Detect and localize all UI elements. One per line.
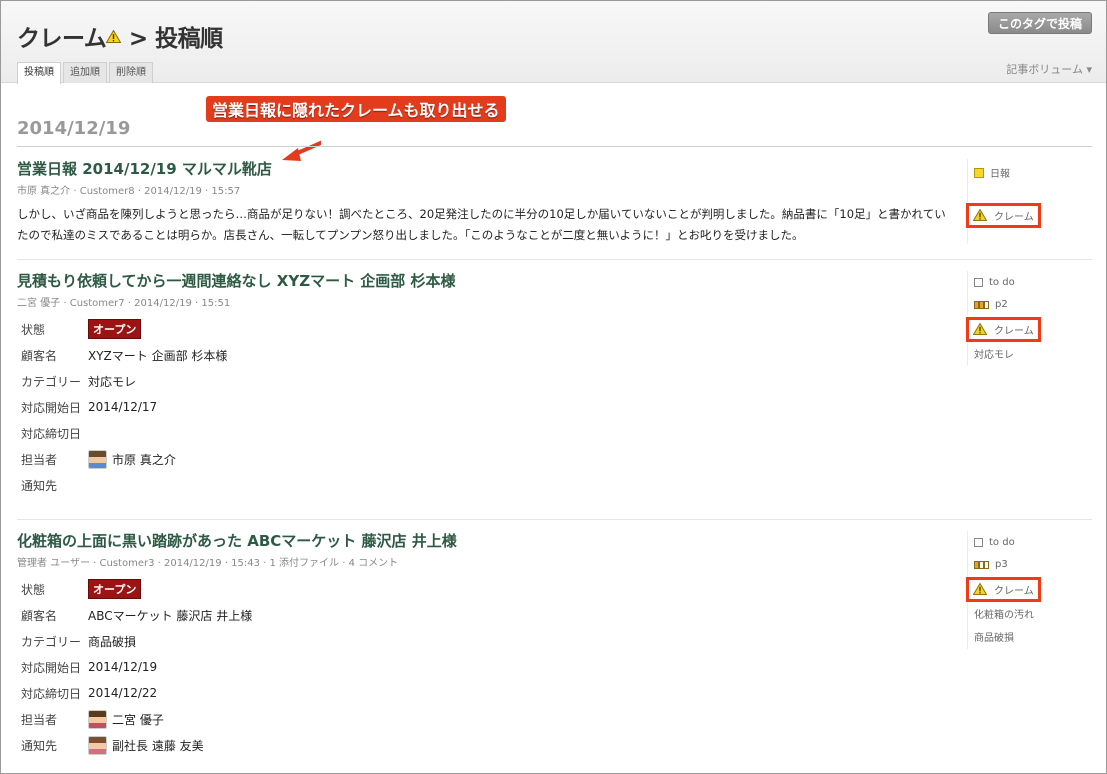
tag-priority[interactable]: p2 [974,299,1008,310]
entry-meta: 管理者 ユーザー · Customer3 · 2014/12/19 · 15:4… [17,558,399,569]
entry-meta: 二宮 優子 · Customer7 · 2014/12/19 · 15:51 [17,298,231,309]
app-window: クレーム > 投稿順 このタグで投稿 投稿順 追加順 削除順 記事ボリューム ▾… [0,0,1107,774]
priority-icon [974,300,989,309]
checkbox-icon[interactable] [974,278,983,287]
notify-link[interactable]: 副社長 遠藤 友美 [112,737,204,754]
annotation-callout: 営業日報に隠れたクレームも取り出せる [206,96,506,122]
assignee-link[interactable]: 二宮 優子 [112,711,164,728]
checkbox-icon[interactable] [974,538,983,547]
avatar [88,709,107,729]
field-row: 対応締切日 [21,426,82,441]
entry-sidebar: to do p3 クレーム 化粧箱の汚れ 商品破損 [966,531,1087,649]
field-row: 状態 オープン [21,579,421,599]
priority-icon [974,560,989,569]
status-badge: オープン [88,319,142,339]
entry-title[interactable]: 見積もり依頼してから一週間連絡なし XYZマート 企画部 杉本様 [17,270,456,291]
field-row: 対応開始日 2014/12/19 [21,660,158,675]
divider [17,259,1092,260]
tag-todo[interactable]: to do [974,277,1015,288]
entry-body: しかし、いざ商品を陳列しようと思ったら…商品が足りない！調べたところ、20足発注… [17,207,946,242]
tag-daily-report[interactable]: 日報 [974,165,1010,180]
field-row: 顧客名 ABCマーケット 藤沢店 井上様 [21,608,253,623]
avatar [88,449,107,469]
tag-category[interactable]: 化粧箱の汚れ [974,606,1034,621]
field-row: 担当者 市原 真之介 [21,449,421,469]
field-row: カテゴリー 対応モレ [21,374,137,389]
warning-icon [973,323,988,336]
tag-claim[interactable]: クレーム [966,203,1041,228]
tag-category[interactable]: 商品破損 [974,629,1014,644]
tag-claim[interactable]: クレーム [966,577,1041,602]
status-badge: オープン [88,579,142,599]
field-row: 状態 オープン [21,319,421,339]
entry-title[interactable]: 化粧箱の上面に黒い踏跡があった ABCマーケット 藤沢店 井上様 [17,530,457,551]
tag-todo[interactable]: to do [974,537,1015,548]
entry-sidebar: to do p2 クレーム 対応モレ [966,271,1087,366]
tag-priority[interactable]: p3 [974,559,1008,570]
divider [17,146,1092,147]
field-row: 顧客名 XYZマート 企画部 杉本様 [21,348,228,363]
assignee-link[interactable]: 市原 真之介 [112,451,176,468]
entry-title[interactable]: 営業日報 2014/12/19 マルマル靴店 [17,158,272,179]
tag-category[interactable]: 対応モレ [974,346,1014,361]
field-row: 通知先 副社長 遠藤 友美 [21,735,421,755]
field-row: カテゴリー 商品破損 [21,634,137,649]
warning-icon [973,583,988,596]
tag-claim[interactable]: クレーム [966,317,1041,342]
note-icon [974,167,984,178]
date-heading: 2014/12/19 [17,118,131,139]
entry-meta: 市原 真之介 · Customer8 · 2014/12/19 · 15:57 [17,186,241,197]
field-row: 通知先 [21,478,58,493]
divider [17,519,1092,520]
post-with-tag-button[interactable]: このタグで投稿 [987,12,1092,34]
article-volume-menu[interactable]: 記事ボリューム ▾ [1006,61,1092,77]
entry-sidebar: 日報 クレーム [966,159,1087,244]
field-row: 対応締切日 2014/12/22 [21,686,158,701]
field-row: 担当者 二宮 優子 [21,709,421,729]
warning-icon [973,209,988,222]
avatar [88,735,107,755]
field-row: 対応開始日 2014/12/17 [21,400,158,415]
